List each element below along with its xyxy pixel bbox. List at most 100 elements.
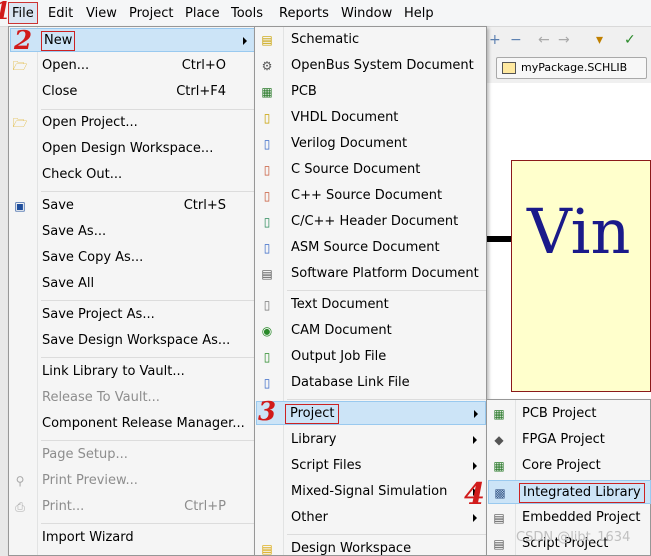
database-link-icon: ▯ — [263, 376, 271, 390]
file-print-preview-label: Print Preview... — [42, 473, 138, 488]
file-link-library-label: Link Library to Vault... — [42, 364, 185, 379]
file-save-label: Save — [42, 198, 74, 213]
new-pcb-item[interactable]: ▦ PCB — [255, 80, 486, 104]
file-check-out-item[interactable]: Check Out... — [9, 163, 254, 187]
new-openbus-item[interactable]: ⚙ OpenBus System Document — [255, 54, 486, 78]
document-tab-label: myPackage.SCHLIB — [521, 61, 628, 74]
file-release-to-vault-label: Release To Vault... — [42, 390, 160, 405]
file-link-library-item[interactable]: Link Library to Vault... — [9, 360, 254, 384]
new-library-item[interactable]: Library — [255, 428, 486, 452]
menu-help[interactable]: Help — [404, 6, 434, 21]
new-schematic-item[interactable]: ▤ Schematic — [255, 28, 486, 52]
new-other-item[interactable]: Other — [255, 506, 486, 530]
new-script-files-item[interactable]: Script Files — [255, 454, 486, 478]
file-save-as-label: Save As... — [42, 224, 107, 239]
new-vhdl-item[interactable]: ▯ VHDL Document — [255, 106, 486, 130]
new-output-job-label: Output Job File — [291, 349, 387, 364]
cam-doc-icon: ◉ — [261, 324, 273, 338]
new-mixed-signal-item[interactable]: Mixed-Signal Simulation — [255, 480, 486, 504]
menu-reports[interactable]: Reports — [279, 6, 329, 21]
pin-wire — [486, 236, 511, 242]
schlib-file-icon — [502, 62, 516, 74]
file-open-project-label: Open Project... — [42, 115, 138, 130]
watermark: CSDN @libt_1634 — [516, 530, 631, 545]
menu-view[interactable]: View — [86, 6, 117, 21]
forward-icon[interactable]: → — [558, 32, 570, 48]
file-save-as-item[interactable]: Save As... — [9, 220, 254, 244]
new-database-link-item[interactable]: ▯ Database Link File — [255, 371, 486, 395]
new-c-source-label: C Source Document — [291, 162, 421, 177]
file-page-setup-item: Page Setup... — [9, 443, 254, 467]
file-print-shortcut: Ctrl+P — [184, 499, 226, 514]
cpp-source-doc-icon: ▯ — [263, 189, 271, 203]
file-new-item[interactable]: New — [10, 28, 255, 52]
document-tab[interactable]: myPackage.SCHLIB — [496, 57, 647, 79]
new-header-item[interactable]: ▯ C/C++ Header Document — [255, 210, 486, 234]
zoom-in-icon[interactable]: + — [489, 32, 501, 48]
project-pcb-item[interactable]: ▦ PCB Project — [487, 402, 650, 426]
file-open-project-item[interactable]: 🗁 Open Project... — [9, 111, 254, 135]
file-close-shortcut: Ctrl+F4 — [176, 84, 226, 99]
project-pcb-label: PCB Project — [522, 406, 597, 421]
file-save-project-as-item[interactable]: Save Project As... — [9, 303, 254, 327]
step-2-annotation: 2 — [14, 26, 33, 56]
file-save-all-label: Save All — [42, 276, 95, 291]
file-open-workspace-item[interactable]: Open Design Workspace... — [9, 137, 254, 161]
menu-separator — [41, 357, 254, 358]
workspace-icon: ▤ — [261, 542, 273, 556]
new-output-job-item[interactable]: ▯ Output Job File — [255, 345, 486, 369]
check-icon[interactable]: ✓ — [624, 32, 636, 48]
menu-tools[interactable]: Tools — [231, 6, 263, 21]
project-embedded-item[interactable]: ▤ Embedded Project — [487, 506, 650, 530]
project-integrated-library-item[interactable]: ▩ Integrated Library — [488, 480, 651, 504]
zoom-out-icon[interactable]: − — [510, 32, 522, 48]
new-text-item[interactable]: ▯ Text Document — [255, 293, 486, 317]
menu-file[interactable]: File — [8, 2, 38, 24]
new-cpp-source-item[interactable]: ▯ C++ Source Document — [255, 184, 486, 208]
new-openbus-label: OpenBus System Document — [291, 58, 474, 73]
menu-window[interactable]: Window — [341, 6, 392, 21]
new-c-source-item[interactable]: ▯ C Source Document — [255, 158, 486, 182]
file-import-wizard-item[interactable]: Import Wizard — [9, 526, 254, 550]
new-cam-item[interactable]: ◉ CAM Document — [255, 319, 486, 343]
menu-edit[interactable]: Edit — [48, 6, 73, 21]
file-save-copy-as-label: Save Copy As... — [42, 250, 144, 265]
file-import-wizard-label: Import Wizard — [42, 530, 134, 545]
dropdown-icon[interactable]: ▾ — [596, 32, 603, 48]
new-design-workspace-item[interactable]: ▤ Design Workspace — [255, 537, 486, 556]
file-save-workspace-as-item[interactable]: Save Design Workspace As... — [9, 329, 254, 353]
new-design-workspace-label: Design Workspace — [291, 541, 412, 556]
menu-project[interactable]: Project — [129, 6, 173, 21]
file-save-copy-as-item[interactable]: Save Copy As... — [9, 246, 254, 270]
folder-open-icon: 🗁 — [12, 59, 28, 73]
file-component-release-item[interactable]: Component Release Manager... — [9, 412, 254, 436]
file-close-item[interactable]: Close Ctrl+F4 — [9, 80, 254, 104]
new-software-platform-item[interactable]: ▤ Software Platform Document — [255, 262, 486, 286]
file-save-item[interactable]: ▣ Save Ctrl+S — [9, 194, 254, 218]
new-other-label: Other — [291, 510, 328, 525]
new-project-item[interactable]: Project — [256, 401, 486, 425]
new-asm-item[interactable]: ▯ ASM Source Document — [255, 236, 486, 260]
file-open-label: Open... — [42, 58, 90, 73]
file-open-workspace-label: Open Design Workspace... — [42, 141, 214, 156]
new-verilog-label: Verilog Document — [291, 136, 408, 151]
project-fpga-item[interactable]: ◆ FPGA Project — [487, 428, 650, 452]
submenu-arrow-icon — [473, 462, 477, 470]
new-verilog-item[interactable]: ▯ Verilog Document — [255, 132, 486, 156]
menu-separator — [287, 534, 486, 535]
project-folder-icon: 🗁 — [12, 116, 28, 130]
schematic-doc-icon: ▤ — [261, 33, 273, 47]
file-page-setup-label: Page Setup... — [42, 447, 128, 462]
project-core-item[interactable]: ▦ Core Project — [487, 454, 650, 478]
menu-separator — [287, 399, 486, 400]
submenu-arrow-icon — [473, 514, 477, 522]
file-open-item[interactable]: 🗁 Open... Ctrl+O — [9, 54, 254, 78]
file-save-all-item[interactable]: Save All — [9, 272, 254, 296]
back-icon[interactable]: ← — [538, 32, 550, 48]
menu-place[interactable]: Place — [185, 6, 220, 21]
component-label: Vin — [527, 195, 631, 268]
software-platform-icon: ▤ — [261, 267, 273, 281]
project-fpga-label: FPGA Project — [522, 432, 605, 447]
new-header-label: C/C++ Header Document — [291, 214, 459, 229]
menu-separator — [41, 440, 254, 441]
